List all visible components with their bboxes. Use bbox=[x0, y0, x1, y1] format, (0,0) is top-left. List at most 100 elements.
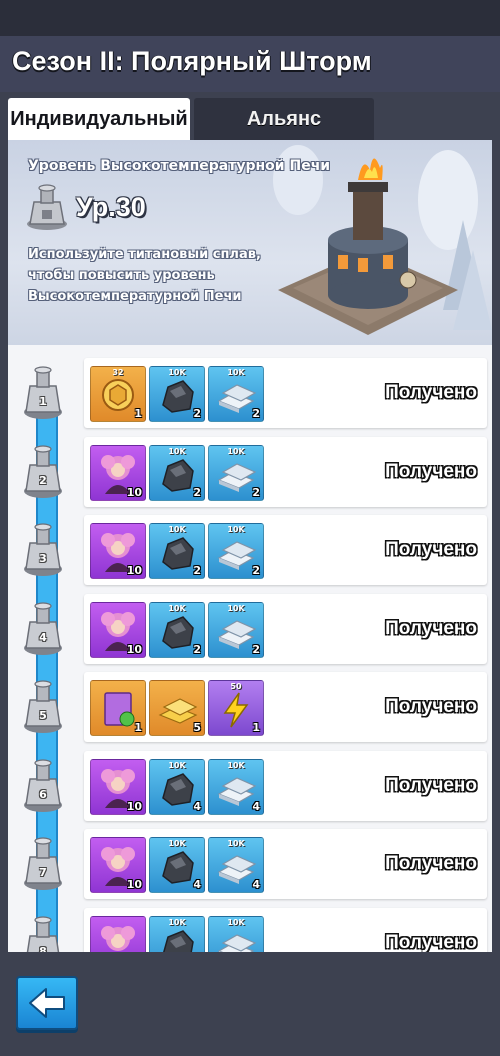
furnace-banner: Уровень Высокотемпературной Печи Ур.30 И… bbox=[8, 140, 492, 345]
item-count: 2 bbox=[193, 642, 201, 656]
item-count: 2 bbox=[252, 485, 260, 499]
reward-row: 10 10K 2 10K 2 Получено bbox=[84, 593, 487, 664]
reward-item[interactable]: 10K bbox=[149, 915, 205, 952]
furnace-level-icon bbox=[27, 184, 67, 230]
reward-item[interactable]: 10K 4 bbox=[208, 837, 264, 893]
reward-row: 10 10K 4 10K 4 Получено bbox=[84, 750, 487, 821]
level-node: 4 bbox=[21, 598, 65, 658]
reward-item[interactable]: 10K 2 bbox=[149, 601, 205, 658]
banner-description: Используйте титановый сплав, чтобы повыс… bbox=[28, 247, 261, 304]
level-number: 5 bbox=[39, 709, 47, 722]
level-node: 1 bbox=[21, 362, 65, 422]
reward-item[interactable]: 10 bbox=[90, 758, 146, 815]
reward-item[interactable]: 10K 2 bbox=[208, 523, 264, 579]
claimed-status: Получено bbox=[385, 539, 477, 560]
reward-row: 10K 10K Получено bbox=[84, 907, 487, 952]
tab-individual[interactable]: Индивидуальный bbox=[8, 98, 190, 140]
reward-item[interactable]: 1 bbox=[90, 680, 146, 736]
item-count: 1 bbox=[252, 721, 260, 734]
reward-item[interactable]: 10K 2 bbox=[149, 444, 205, 501]
item-count: 4 bbox=[252, 799, 260, 813]
claimed-status: Получено bbox=[385, 460, 477, 482]
item-tag: 50 bbox=[230, 682, 242, 691]
level-node: 3 bbox=[21, 519, 65, 579]
reward-item[interactable]: 10 bbox=[90, 837, 146, 893]
furnace-level: Ур.30 bbox=[76, 192, 146, 222]
reward-item[interactable]: 10 bbox=[90, 601, 146, 658]
status-bar bbox=[0, 0, 500, 36]
level-number: 4 bbox=[39, 630, 47, 644]
item-tag: 10K bbox=[227, 917, 245, 927]
item-count: 10 bbox=[126, 642, 142, 656]
item-count: 2 bbox=[252, 564, 260, 577]
furnace-node-icon bbox=[24, 837, 62, 890]
reward-item[interactable]: 10K 2 bbox=[208, 366, 264, 422]
item-tag: 10K bbox=[227, 525, 245, 534]
level-number: 3 bbox=[39, 552, 47, 565]
reward-item[interactable]: 10K 4 bbox=[208, 758, 264, 815]
level-node: 8 bbox=[21, 912, 65, 953]
item-count: 4 bbox=[252, 878, 260, 891]
item-tag: 10K bbox=[227, 603, 245, 613]
furnace-node-icon bbox=[24, 680, 62, 733]
reward-item[interactable]: 10K 2 bbox=[149, 523, 205, 579]
claimed-status: Получено bbox=[385, 617, 477, 639]
claimed-status: Получено bbox=[385, 774, 477, 796]
item-count: 10 bbox=[126, 878, 142, 891]
item-tag: 10K bbox=[168, 368, 186, 377]
item-tag: 10K bbox=[168, 446, 186, 456]
item-count: 5 bbox=[193, 721, 201, 734]
reward-row: 32 1 10K 2 10K 2 Получено bbox=[84, 358, 487, 428]
level-number: 8 bbox=[39, 944, 47, 953]
item-count: 10 bbox=[126, 485, 142, 499]
back-button[interactable] bbox=[16, 976, 78, 1030]
claimed-status: Получено bbox=[385, 853, 477, 874]
item-count: 2 bbox=[252, 407, 260, 420]
claimed-status: Получено bbox=[385, 696, 477, 717]
item-tag: 10K bbox=[227, 368, 245, 377]
reward-item[interactable]: 10 bbox=[90, 523, 146, 579]
furnace-node-icon bbox=[24, 523, 62, 576]
item-count: 2 bbox=[193, 407, 201, 420]
level-number: 7 bbox=[39, 866, 47, 879]
level-number: 6 bbox=[39, 787, 47, 801]
reward-item[interactable]: 10K 2 bbox=[149, 366, 205, 422]
item-count: 10 bbox=[126, 564, 142, 577]
claimed-status: Получено bbox=[385, 382, 477, 403]
reward-item[interactable]: 50 1 bbox=[208, 680, 264, 736]
level-number: 1 bbox=[39, 395, 47, 408]
furnace-node-icon bbox=[24, 758, 62, 812]
reward-item[interactable]: 10 bbox=[90, 444, 146, 501]
reward-row: 10 10K 4 10K 4 Получено bbox=[84, 829, 487, 899]
reward-item[interactable] bbox=[90, 915, 146, 952]
furnace-node-icon bbox=[24, 444, 62, 498]
level-node: 7 bbox=[21, 833, 65, 893]
tab-alliance[interactable]: Альянс bbox=[194, 98, 374, 140]
reward-item[interactable]: 10K 2 bbox=[208, 444, 264, 501]
reward-item[interactable]: 5 bbox=[149, 680, 205, 736]
page-title: Сезон II: Полярный Шторм bbox=[12, 46, 372, 76]
item-tag: 10K bbox=[168, 603, 186, 613]
reward-item[interactable]: 32 1 bbox=[90, 366, 146, 422]
reward-item[interactable]: 10K 2 bbox=[208, 601, 264, 658]
item-count: 2 bbox=[252, 642, 260, 656]
reward-row: 10 10K 2 10K 2 Получено bbox=[84, 436, 487, 507]
hero-shard-icon bbox=[101, 925, 135, 951]
item-count: 10 bbox=[126, 799, 142, 813]
item-tag: 10K bbox=[227, 446, 245, 456]
furnace-node-icon bbox=[24, 366, 62, 419]
reward-item[interactable]: 10K 4 bbox=[149, 837, 205, 893]
header: Сезон II: Полярный Шторм bbox=[0, 36, 500, 92]
item-tag: 10K bbox=[168, 917, 186, 927]
reward-item[interactable]: 10K bbox=[208, 915, 264, 952]
reward-row: 1 5 50 1 Получено bbox=[84, 672, 487, 742]
item-tag: 32 bbox=[112, 368, 124, 377]
rewards-panel: Уровень Высокотемпературной Печи Ур.30 И… bbox=[8, 140, 492, 952]
reward-item[interactable]: 10K 4 bbox=[149, 758, 205, 815]
item-count: 1 bbox=[134, 721, 142, 734]
item-tag: 10K bbox=[168, 760, 186, 770]
item-tag: 10K bbox=[227, 760, 245, 770]
level-number: 2 bbox=[39, 473, 47, 487]
item-tag: 10K bbox=[168, 525, 186, 534]
banner-title: Уровень Высокотемпературной Печи bbox=[28, 158, 331, 174]
